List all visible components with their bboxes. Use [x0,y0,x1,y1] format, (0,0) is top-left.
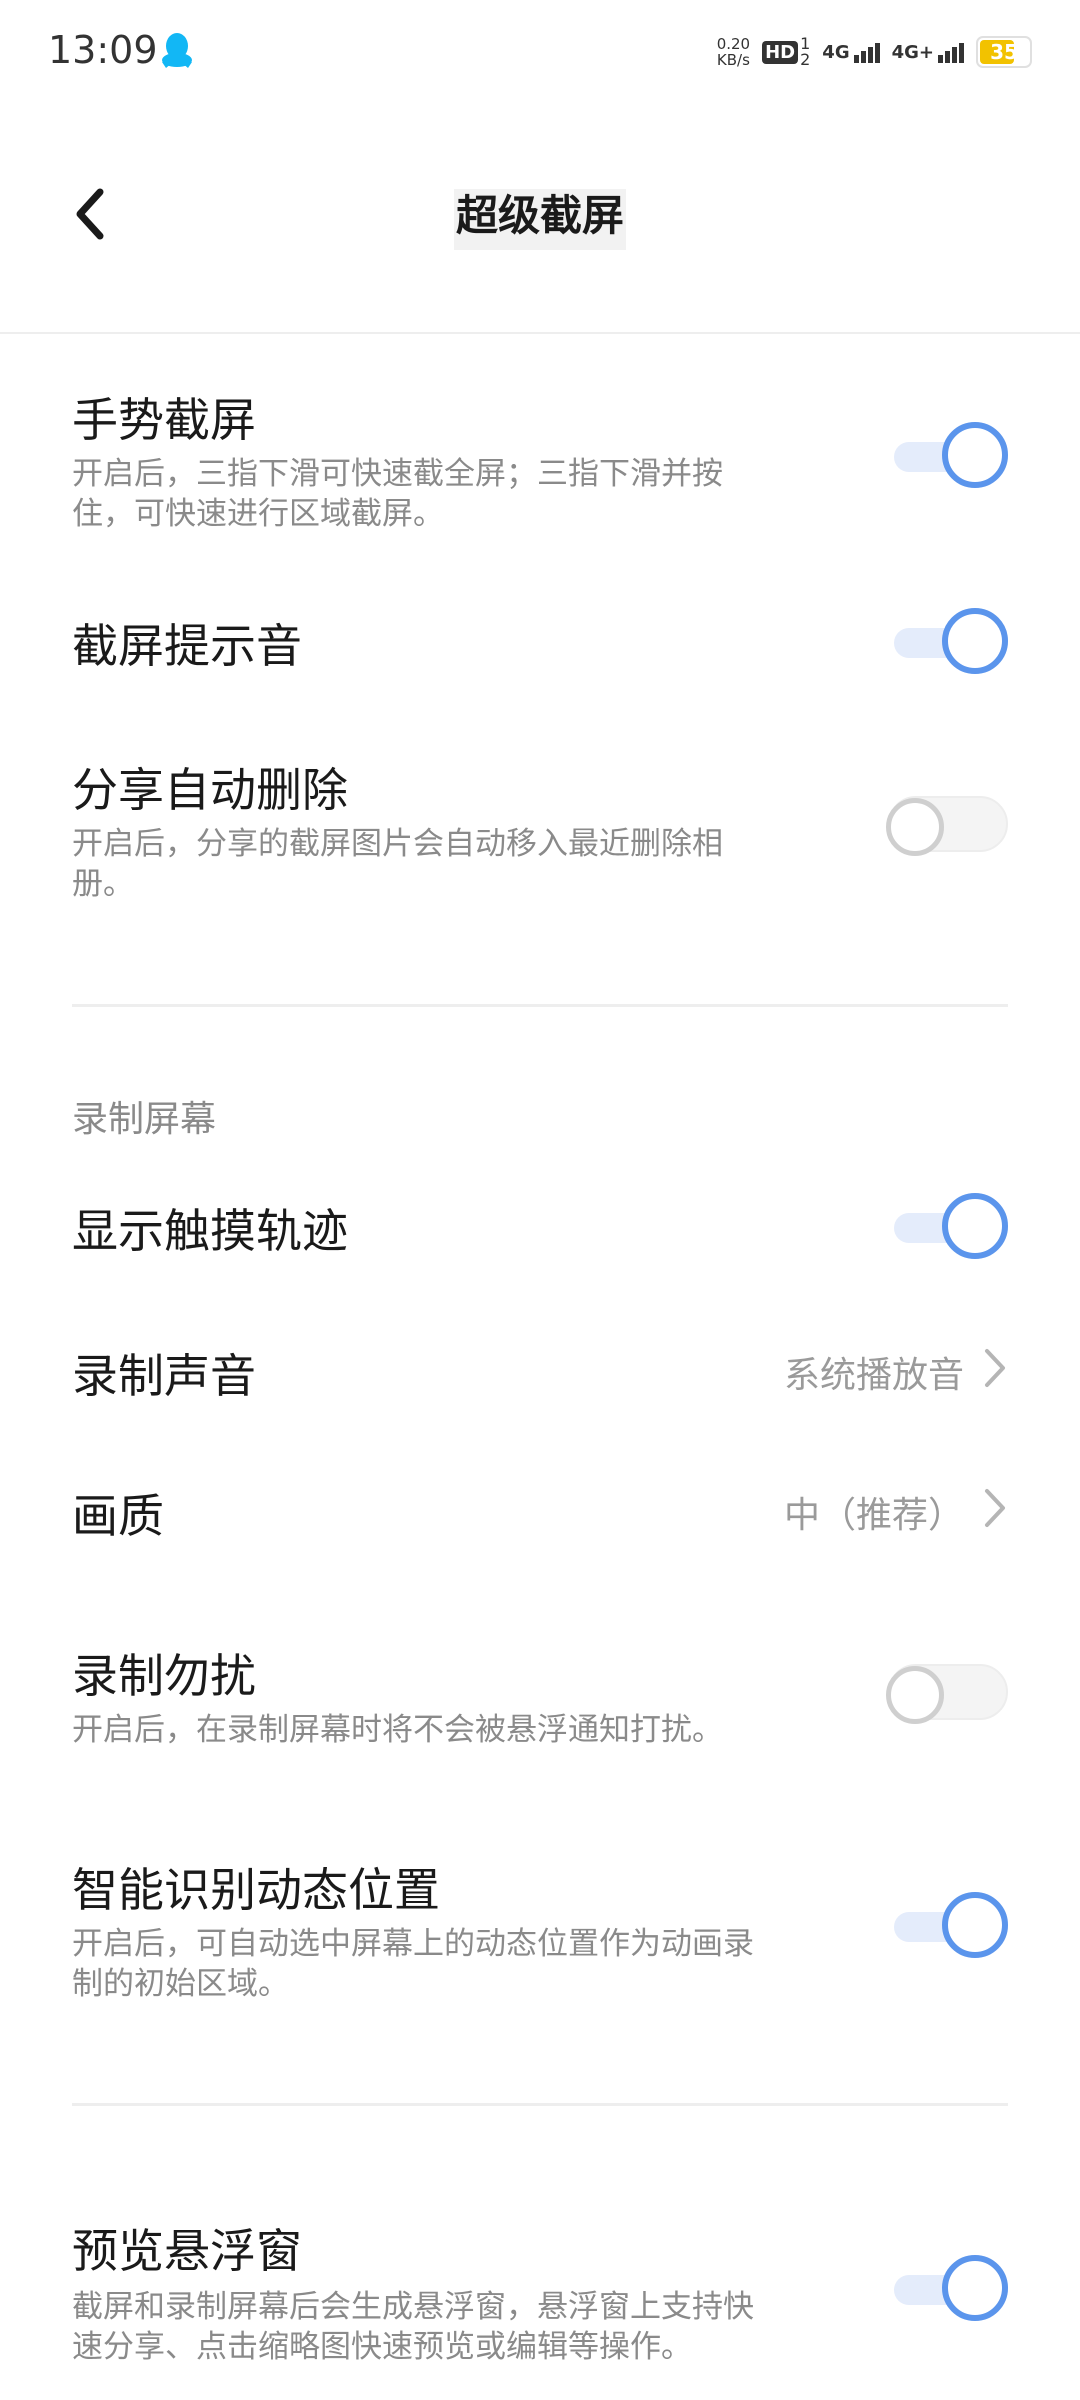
setting-description: 开启后，三指下滑可快速截全屏；三指下滑并按住，可快速进行区域截屏。 [72,456,723,532]
section-label-record: 录制屏幕 [72,1099,217,1140]
setting-screenshot-sound[interactable]: 截屏提示音 [0,590,1080,690]
status-icons: 0.20 KB/s HD 1 2 4G 4G+ 35 [717,30,1032,74]
chevron-right-icon [985,1349,1005,1387]
hd-voice-icon: HD [762,40,799,64]
setting-show-touch-track[interactable]: 显示触摸轨迹 [0,1175,1080,1275]
touch-track-toggle[interactable] [886,1193,1008,1259]
app-header: 超级截屏 [0,104,1080,334]
setting-smart-dynamic-area[interactable]: 智能识别动态位置 开启后，可自动选中屏幕上的动态位置作为动画录制的初始区域。 [0,1840,1080,2010]
setting-title: 画质 [72,1489,164,1543]
battery-icon: 35 [976,36,1032,68]
setting-title: 显示触摸轨迹 [72,1204,348,1258]
record-dnd-toggle[interactable] [886,1660,1008,1724]
setting-quality[interactable]: 画质 中（推荐） [0,1460,1080,1560]
setting-gesture-screenshot[interactable]: 手势截屏 开启后，三指下滑可快速截全屏；三指下滑并按住，可快速进行区域截屏。 [0,370,1080,540]
setting-description: 开启后，可自动选中屏幕上的动态位置作为动画录制的初始区域。 [72,1926,754,2002]
setting-title: 截屏提示音 [72,619,302,673]
network-speed: 0.20 KB/s [716,35,751,69]
preview-floating-toggle[interactable] [886,2255,1008,2321]
setting-description: 开启后，在录制屏幕时将不会被悬浮通知打扰。 [72,1712,723,1748]
share-auto-delete-toggle[interactable] [886,792,1008,856]
setting-description: 截屏和录制屏幕后会生成悬浮窗，悬浮窗上支持快速分享、点击缩略图快速预览或编辑等操… [72,2289,754,2365]
screenshot-sound-toggle[interactable] [886,608,1008,674]
setting-record-dnd[interactable]: 录制勿扰 开启后，在录制屏幕时将不会被悬浮通知打扰。 [0,1630,1080,1770]
qq-notification-icon [162,33,192,68]
signal-4g-plus-icon: 4G+ [892,42,964,63]
page-title: 超级截屏 [0,182,1080,250]
gesture-screenshot-toggle[interactable] [886,422,1008,488]
status-bar: 13:09 0.20 KB/s HD 1 2 4G 4G+ 35 [0,0,1080,104]
smart-dynamic-area-toggle[interactable] [886,1892,1008,1958]
signal-4g-icon: 4G [822,42,880,63]
setting-share-auto-delete[interactable]: 分享自动删除 开启后，分享的截屏图片会自动移入最近删除相册。 [0,740,1080,910]
setting-title: 分享自动删除 [72,763,348,817]
section-divider [72,2103,1008,2106]
setting-title: 手势截屏 [72,393,256,447]
quality-value: 中（推荐） [783,1495,964,1536]
setting-title: 录制勿扰 [72,1649,256,1703]
section-divider [72,1004,1008,1007]
setting-title: 录制声音 [72,1349,256,1403]
record-sound-value: 系统播放音 [783,1355,964,1396]
setting-description: 开启后，分享的截屏图片会自动移入最近删除相册。 [72,826,723,902]
setting-title: 预览悬浮窗 [72,2224,302,2278]
setting-preview-floating-window[interactable]: 预览悬浮窗 截屏和录制屏幕后会生成悬浮窗，悬浮窗上支持快速分享、点击缩略图快速预… [0,2205,1080,2380]
setting-title: 智能识别动态位置 [72,1863,440,1917]
status-time: 13:09 [48,28,158,72]
setting-record-sound[interactable]: 录制声音 系统播放音 [0,1320,1080,1420]
chevron-right-icon [985,1489,1005,1527]
sim-indicator: 1 2 [800,34,811,69]
